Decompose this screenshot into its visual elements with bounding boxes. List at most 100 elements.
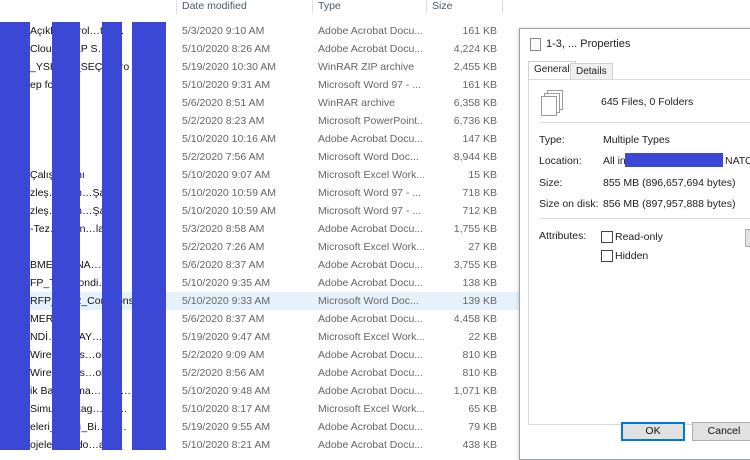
file-size: 438 KB bbox=[462, 439, 497, 450]
file-size: 3,755 KB bbox=[453, 259, 497, 271]
file-type: Adobe Acrobat Docu... bbox=[318, 313, 424, 325]
file-date-modified: 5/2/2020 9:09 AM bbox=[182, 349, 265, 361]
file-type: Microsoft Word 97 - ... bbox=[318, 205, 422, 217]
file-date-modified: 5/6/2020 8:51 AM bbox=[182, 97, 265, 109]
file-size: 810 KB bbox=[462, 367, 497, 379]
file-date-modified: 5/2/2020 8:56 AM bbox=[182, 367, 265, 379]
column-separator[interactable] bbox=[502, 0, 503, 14]
column-type[interactable]: Type bbox=[318, 0, 341, 12]
divider bbox=[539, 218, 750, 219]
file-date-modified: 5/10/2020 10:59 AM bbox=[182, 205, 276, 217]
type-value: Multiple Types bbox=[603, 134, 670, 146]
file-date-modified: 5/10/2020 9:48 AM bbox=[182, 385, 271, 397]
file-date-modified: 5/10/2020 9:33 AM bbox=[182, 295, 271, 307]
attributes-label: Attributes: bbox=[539, 230, 587, 242]
file-date-modified: 5/10/2020 9:35 AM bbox=[182, 277, 271, 289]
cancel-button[interactable]: Cancel bbox=[692, 422, 750, 441]
file-size: 718 KB bbox=[462, 187, 497, 199]
file-type: Microsoft PowerPoint... bbox=[318, 115, 424, 127]
hidden-label: Hidden bbox=[615, 250, 649, 262]
file-explorer: Date modified Type Size Açıkl…ontrol…tes… bbox=[0, 0, 520, 450]
file-type: Adobe Acrobat Docu... bbox=[318, 223, 424, 235]
file-type: Microsoft Word 97 - ... bbox=[318, 187, 422, 199]
advanced-button[interactable] bbox=[745, 229, 750, 247]
redaction-bar bbox=[625, 153, 723, 167]
file-type: WinRAR ZIP archive bbox=[318, 61, 415, 73]
size-on-disk-value: 856 MB (897,957,888 bytes) bbox=[603, 198, 736, 210]
file-size: 6,358 KB bbox=[453, 97, 497, 109]
file-type: Microsoft Excel Work... bbox=[318, 169, 424, 181]
file-size: 712 KB bbox=[462, 205, 497, 217]
ok-button[interactable]: OK bbox=[621, 422, 685, 441]
tab-details[interactable]: Details bbox=[570, 63, 613, 79]
file-size: 161 KB bbox=[462, 79, 497, 91]
file-date-modified: 5/6/2020 8:37 AM bbox=[182, 313, 265, 325]
redaction-bar bbox=[52, 22, 80, 450]
file-size: 2,455 KB bbox=[453, 61, 497, 73]
general-panel: 645 Files, 0 Folders Type: Multiple Type… bbox=[528, 79, 750, 425]
file-size: 161 KB bbox=[462, 25, 497, 37]
tab-general[interactable]: General bbox=[528, 61, 576, 79]
file-type: Adobe Acrobat Docu... bbox=[318, 367, 424, 379]
column-separator[interactable] bbox=[426, 0, 427, 14]
readonly-label: Read-only bbox=[615, 231, 663, 243]
file-size: 4,224 KB bbox=[453, 43, 497, 55]
file-date-modified: 5/19/2020 10:30 AM bbox=[182, 61, 276, 73]
redaction-bar bbox=[132, 22, 166, 450]
file-date-modified: 5/10/2020 8:21 AM bbox=[182, 439, 271, 450]
file-date-modified: 5/3/2020 9:10 AM bbox=[182, 25, 265, 37]
location-label: Location: bbox=[539, 155, 582, 167]
column-separator[interactable] bbox=[312, 0, 313, 14]
file-type: Microsoft Excel Work... bbox=[318, 241, 424, 253]
file-size: 138 KB bbox=[462, 277, 497, 289]
column-size[interactable]: Size bbox=[432, 0, 452, 12]
file-type: Microsoft Excel Work... bbox=[318, 403, 424, 415]
properties-dialog: 1-3, ... Properties General Details 645 … bbox=[519, 28, 750, 460]
divider bbox=[539, 122, 750, 123]
column-date-modified[interactable]: Date modified bbox=[182, 0, 247, 12]
file-date-modified: 5/10/2020 9:31 AM bbox=[182, 79, 271, 91]
file-type: Adobe Acrobat Docu... bbox=[318, 421, 424, 433]
file-size: 6,736 KB bbox=[453, 115, 497, 127]
redaction-bar bbox=[102, 22, 122, 450]
hidden-checkbox[interactable] bbox=[601, 250, 613, 262]
file-type: Adobe Acrobat Docu... bbox=[318, 439, 424, 450]
file-type: Microsoft Excel Work... bbox=[318, 331, 424, 343]
file-date-modified: 5/2/2020 8:23 AM bbox=[182, 115, 265, 127]
dialog-title: 1-3, ... Properties bbox=[546, 38, 631, 50]
file-type: Microsoft Word 97 - ... bbox=[318, 79, 422, 91]
file-size: 65 KB bbox=[468, 403, 497, 415]
file-type: Adobe Acrobat Docu... bbox=[318, 133, 424, 145]
file-date-modified: 5/6/2020 8:37 AM bbox=[182, 259, 265, 271]
location-prefix: All in bbox=[603, 155, 626, 167]
file-type: Adobe Acrobat Docu... bbox=[318, 43, 424, 55]
file-size: 810 KB bbox=[462, 349, 497, 361]
file-size: 147 KB bbox=[462, 133, 497, 145]
dialog-titlebar[interactable]: 1-3, ... Properties bbox=[520, 29, 750, 59]
file-date-modified: 5/10/2020 8:26 AM bbox=[182, 43, 271, 55]
file-date-modified: 5/3/2020 8:58 AM bbox=[182, 223, 265, 235]
column-header: Date modified Type Size bbox=[0, 0, 520, 14]
location-suffix: NATOV bbox=[725, 155, 750, 167]
file-date-modified: 5/10/2020 10:16 AM bbox=[182, 133, 276, 145]
file-size: 15 KB bbox=[468, 169, 497, 181]
size-value: 855 MB (896,657,694 bytes) bbox=[603, 177, 736, 189]
file-size: 79 KB bbox=[468, 421, 497, 433]
column-separator[interactable] bbox=[176, 0, 177, 14]
file-size: 1,755 KB bbox=[453, 223, 497, 235]
file-type: Adobe Acrobat Docu... bbox=[318, 349, 424, 361]
file-size: 1,071 KB bbox=[453, 385, 497, 397]
multiple-files-icon bbox=[541, 90, 563, 116]
file-date-modified: 5/19/2020 9:47 AM bbox=[182, 331, 271, 343]
size-label: Size: bbox=[539, 177, 563, 189]
file-type: WinRAR archive bbox=[318, 97, 396, 109]
file-date-modified: 5/10/2020 10:59 AM bbox=[182, 187, 276, 199]
redaction-bar bbox=[0, 22, 30, 450]
file-size: 27 KB bbox=[468, 241, 497, 253]
file-type: Adobe Acrobat Docu... bbox=[318, 277, 424, 289]
type-label: Type: bbox=[539, 134, 565, 146]
file-date-modified: 5/10/2020 8:17 AM bbox=[182, 403, 271, 415]
file-type: Adobe Acrobat Docu... bbox=[318, 25, 424, 37]
readonly-checkbox[interactable] bbox=[601, 231, 613, 243]
file-icon bbox=[530, 38, 541, 51]
